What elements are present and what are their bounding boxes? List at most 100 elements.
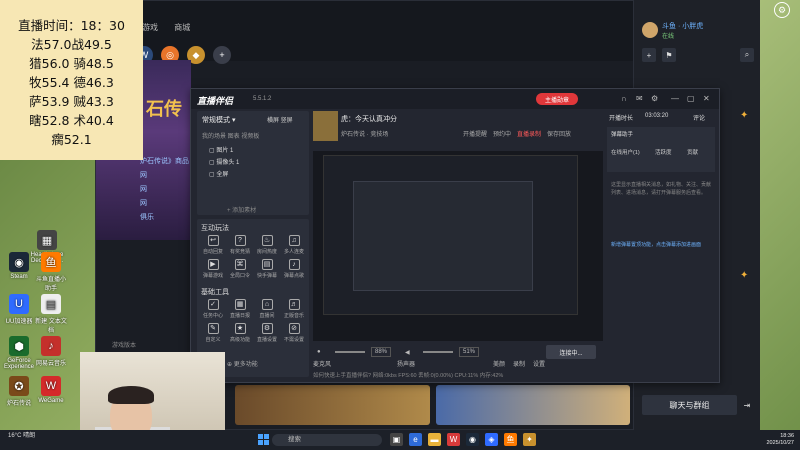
settings-label[interactable]: 设置 [533,359,545,368]
reserve-button[interactable]: 预约中 [493,129,511,138]
desktop-icon-wegame[interactable]: W WeGame [34,376,68,404]
hearthstone-taskbar-icon[interactable]: ✦ [523,433,536,446]
tool-button[interactable]: ♬ 正版音乐 [280,299,308,319]
mode-select[interactable]: 常规模式 ▾ [202,115,235,125]
promo-card[interactable] [435,385,630,425]
side-link[interactable]: 炉石传说》商品 [140,155,189,169]
record-label[interactable]: 录制 [513,359,525,368]
desktop-icon-textfile[interactable]: ▤ 新建 文本文档 [34,294,68,334]
tool-button[interactable]: ★ 高级功能 [226,323,254,343]
add-game-icon[interactable]: + [213,46,231,64]
add-material-button[interactable]: + 添加素材 [227,205,256,214]
stream-category[interactable]: 炉石传说 · 竞技场 [341,129,388,138]
tool-button[interactable]: ? 有奖竞猜 [226,235,254,255]
minimize-icon[interactable]: — [671,94,679,103]
side-link[interactable]: 网 [140,197,189,211]
expand-icon[interactable]: ⇥ [740,398,754,412]
danmaku-notice[interactable]: 新增弹幕置顶功能，点击弹幕添加进画面 [611,241,711,249]
tool-button[interactable]: ⊘ 不需设置 [280,323,308,343]
add-friend-icon[interactable]: + [642,48,656,62]
preview-app [353,181,533,291]
tab-shop[interactable]: 商城 [174,23,190,32]
tool-button[interactable]: ⌘ 全局口令 [226,259,254,279]
side-link[interactable]: 网 [140,169,189,183]
side-link[interactable]: 网 [140,183,189,197]
maximize-icon[interactable]: ▢ [687,94,695,103]
stream-title[interactable]: 虎：今天认真冲分 [341,114,397,124]
tool-button[interactable]: ♫ 多人连麦 [280,235,308,255]
wps-icon[interactable]: W [447,433,460,446]
activity-tab[interactable]: 活跃度 [655,149,685,157]
close-icon[interactable]: ✕ [703,94,710,103]
tool-button[interactable]: ⌂ 直播间 [253,299,281,319]
taskbar-clock[interactable]: 18:36 2025/10/27 [760,433,794,447]
tab-games[interactable]: 游戏 [142,23,158,32]
side-link[interactable]: 俱乐 [140,211,189,225]
replay-button[interactable]: 保存回放 [547,129,571,138]
desktop-icon-geforce[interactable]: ⬢ GeForce Experience [2,336,36,370]
stream-info: 虎：今天认真冲分 炉石传说 · 竞技场 开播提醒 预约中 直播录制 保存回放 [313,111,603,149]
scene-item[interactable]: ▢ 图片 1 [209,145,233,154]
record-button[interactable]: 直播录制 [517,129,541,138]
steam-taskbar-icon[interactable]: ◉ [466,433,479,446]
tool-button[interactable]: ▶ 弹幕游戏 [199,259,227,279]
desktop-icon-recycle[interactable]: ⚙ [768,2,796,18]
chat-groups-button[interactable]: 聊天与群组 [642,395,737,415]
stream-preview[interactable] [313,151,603,341]
stream-cover[interactable] [313,111,338,141]
tool-button[interactable]: ♨ 房间热度 [253,235,281,255]
desktop-icon-uu[interactable]: U UU加速器 [2,294,36,325]
comments-tab[interactable]: 评论 [693,113,705,122]
app-version: 5.5.1.2 [253,96,272,102]
desktop-icon-steam[interactable]: ◉ Steam [2,252,36,280]
status-bar: 如何快速上手直播伴侣? 网络:0kbs FPS:60 丢帧:0(0.00%) C… [313,373,504,379]
taskbar-search[interactable]: 搜索 [272,434,382,446]
more-tools-button[interactable]: ⊕ 更多功能 [227,359,258,368]
weather-widget[interactable]: 16°C 晴朗 [8,433,35,439]
mic-volume-value[interactable]: 88% [371,347,392,357]
mail-icon[interactable]: ✉ [636,94,643,103]
anchor-badge-button[interactable]: 主播勋章 [536,93,578,105]
stats-line: 法57.0战49.5 [31,37,112,52]
mic-icon[interactable]: ● [317,349,321,355]
scene-item[interactable]: ▢ 摄像头 1 [209,157,239,166]
stats-line: 瘸52.1 [51,132,92,147]
edge-icon[interactable]: e [409,433,422,446]
remind-button[interactable]: 开播提醒 [463,129,487,138]
tool-button[interactable]: ✓ 任务中心 [199,299,227,319]
headset-icon[interactable]: ∩ [621,94,627,103]
desktop-icon-hearthstone[interactable]: ✪ 炉石传说 [2,376,36,407]
task-view-icon[interactable]: ▣ [390,433,403,446]
speaker-icon[interactable]: ◀ [405,349,410,356]
hdt-icon: ▦ [37,230,57,250]
avatar[interactable] [642,22,658,38]
promo-card[interactable] [235,385,430,425]
beauty-button[interactable]: 美颜 [493,359,505,368]
desktop-icon-music[interactable]: ♪ 网易云音乐 [34,336,68,367]
mic-volume-slider[interactable] [335,351,365,353]
room-icon: ⌂ [261,299,273,310]
tool-button[interactable]: ✎ 自定义 [199,323,227,343]
orientation-tabs[interactable]: 横屏 竖屏 [267,115,293,124]
speaker-volume-value[interactable]: 51% [459,347,480,357]
group-icon[interactable]: ⚑ [662,48,676,62]
desktop-icon-douyu[interactable]: 鱼 斗鱼直播小助手 [34,252,68,292]
tool-button[interactable]: ⚙ 直播设置 [253,323,281,343]
contribution-tab[interactable]: 贡献 [687,149,711,157]
scene-tabs[interactable]: 我的场景 图表 视频板 [202,131,259,140]
app-taskbar-icon[interactable]: ◈ [485,433,498,446]
settings-icon[interactable]: ⚙ [651,94,658,103]
speaker-volume-slider[interactable] [423,351,453,353]
scene-item[interactable]: ▢ 全屏 [209,169,228,178]
basic-tools-title: 基础工具 [201,289,229,296]
douyu-taskbar-icon[interactable]: 鱼 [504,433,517,446]
tool-button[interactable]: ▤ 快手弹幕 [253,259,281,279]
connect-button[interactable]: 连接中... [546,345,596,359]
tool-button[interactable]: ♪ 弹幕点歌 [280,259,308,279]
stats-line: 牧55.4 德46.3 [29,75,114,90]
tool-button[interactable]: ▦ 直播日报 [226,299,254,319]
tool-button[interactable]: ↩ 自动回复 [199,235,227,255]
folder-icon[interactable]: ▬ [428,433,441,446]
start-icon[interactable] [258,434,269,445]
friend-search-icon[interactable]: ⌕ [740,48,754,62]
